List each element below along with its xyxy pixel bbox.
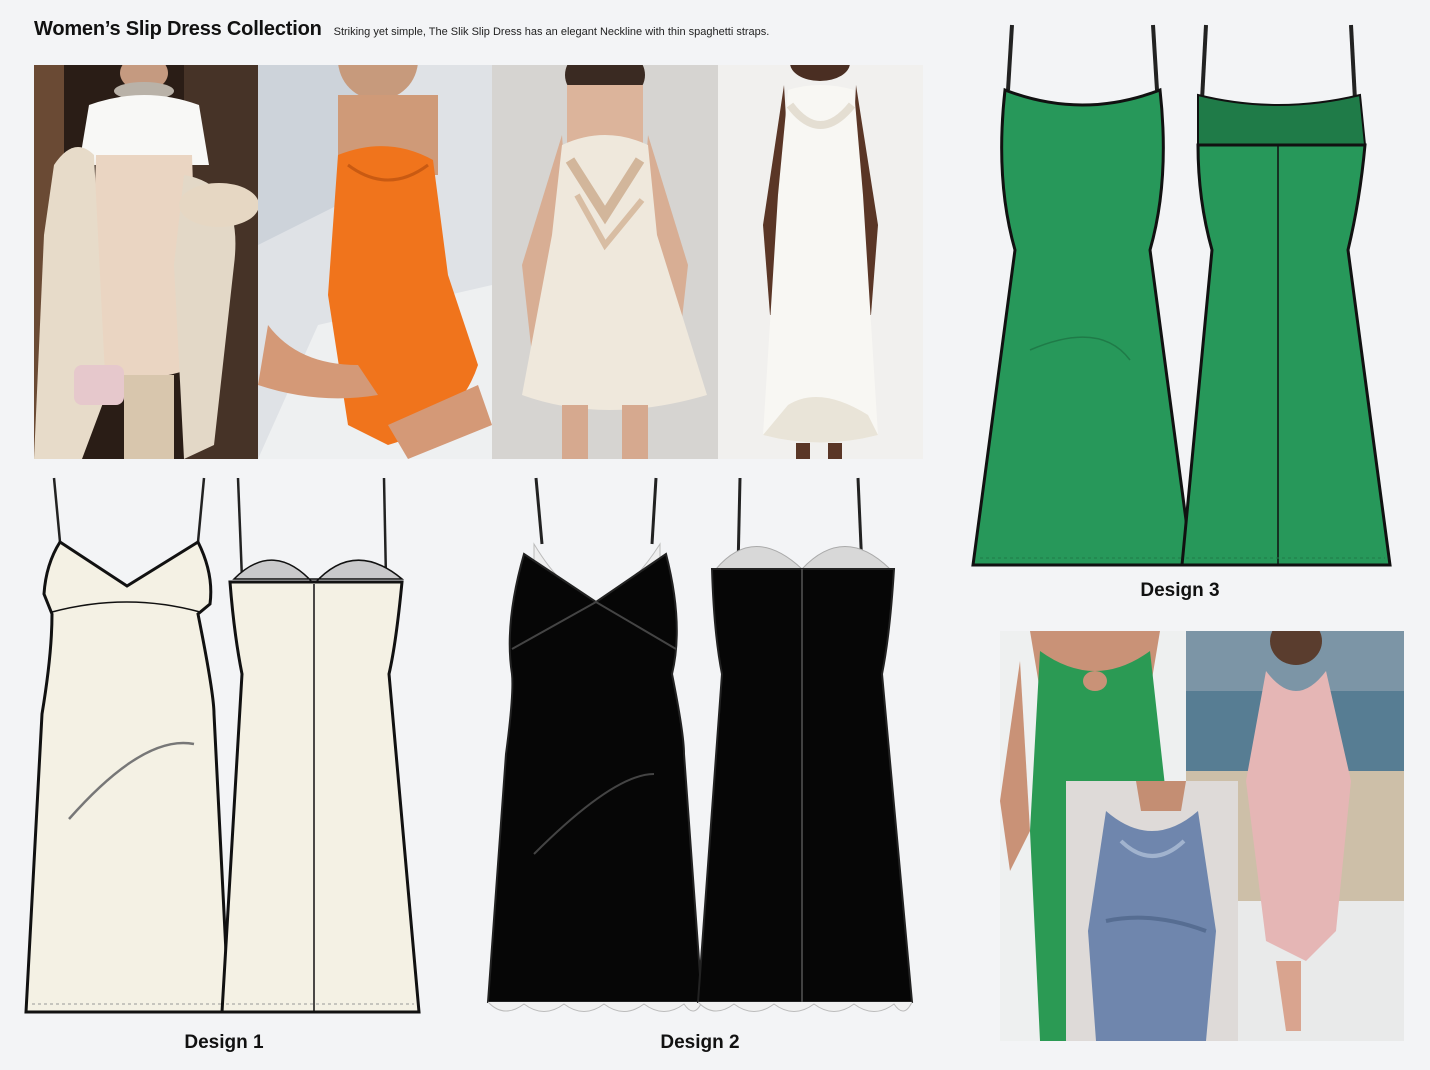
design-2-label: Design 2 [660, 1032, 740, 1053]
design-1-back-flat [214, 474, 424, 1018]
design-2-front-flat [484, 474, 706, 1026]
header: Women’s Slip Dress Collection Striking y… [34, 18, 769, 41]
page-title: Women’s Slip Dress Collection [34, 18, 322, 40]
design-1-front-flat [24, 474, 230, 1018]
design-3-back-flat [1180, 20, 1392, 572]
inspiration-photo-1 [34, 65, 258, 459]
inspiration-photo-3 [492, 65, 718, 459]
design-1-label: Design 1 [184, 1032, 264, 1053]
inspiration-photo-2 [258, 65, 492, 459]
inspiration-photo-4 [718, 65, 923, 459]
design-2-back-flat [694, 474, 916, 1026]
reference-photo-blue-cowl [1066, 781, 1238, 1041]
page-subtitle: Striking yet simple, The Slik Slip Dress… [333, 26, 770, 38]
design-3-label: Design 3 [1140, 580, 1220, 601]
design-3-front-flat [970, 20, 1194, 572]
